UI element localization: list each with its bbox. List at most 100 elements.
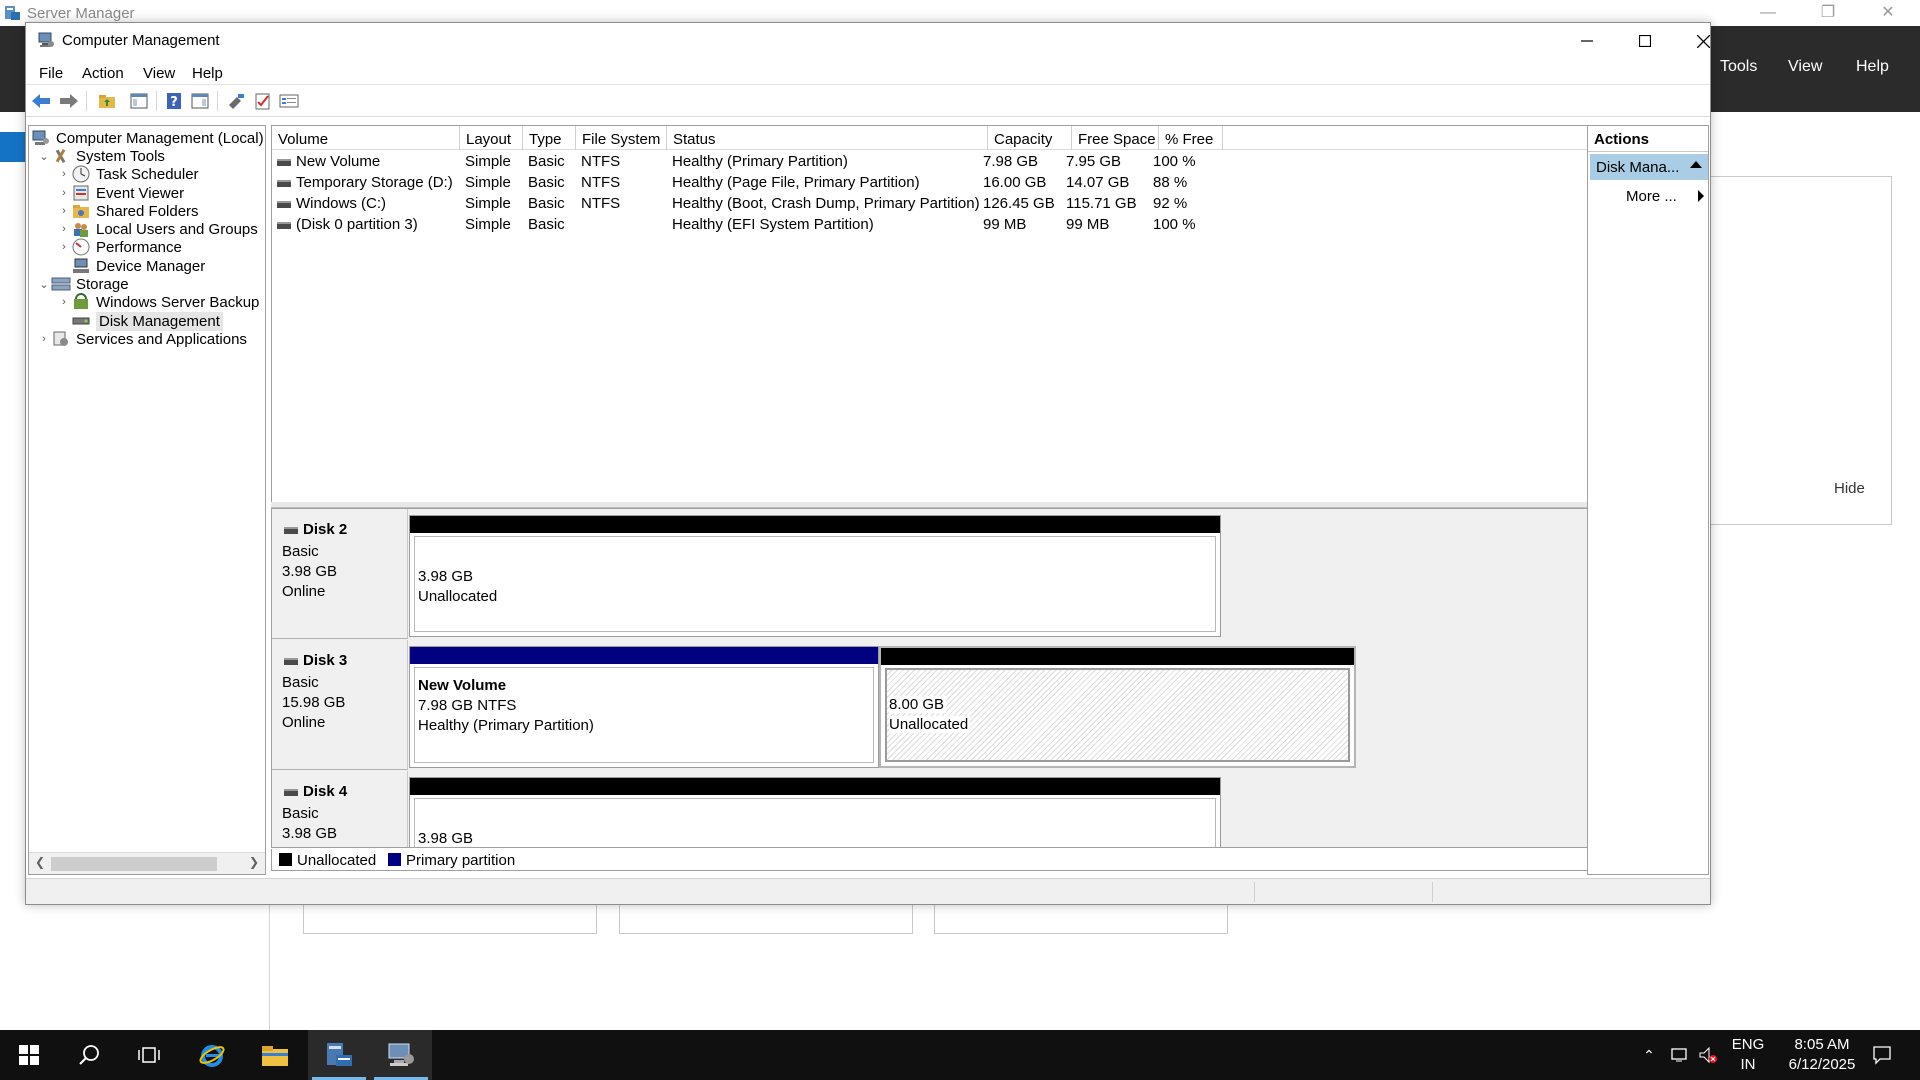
- expand-chevron-icon[interactable]: ›: [57, 187, 71, 199]
- check-button[interactable]: [252, 90, 274, 112]
- disk-state: Online: [282, 714, 326, 731]
- disk-size: 15.98 GB: [282, 694, 346, 711]
- scroll-right-icon[interactable]: ❯: [249, 855, 259, 869]
- computer-management-app-icon: [38, 32, 54, 47]
- volume-list-header: Volume Layout Type File System Status Ca…: [272, 126, 1604, 150]
- properties-button[interactable]: [278, 90, 300, 112]
- search-button[interactable]: [60, 1030, 118, 1080]
- tree-item-services-and-applications[interactable]: › Services and Applications: [37, 328, 247, 350]
- col-capacity[interactable]: Capacity: [988, 126, 1072, 150]
- sm-menu-view[interactable]: View: [1788, 58, 1822, 76]
- legend-primary-partition: Primary partition: [406, 852, 516, 869]
- network-icon[interactable]: [1668, 1030, 1692, 1080]
- connect-button[interactable]: [225, 90, 247, 112]
- disk-size: 3.98 GB: [282, 563, 338, 580]
- volume-row[interactable]: Temporary Storage (D:) Simple Basic NTFS…: [272, 172, 1604, 193]
- col-volume[interactable]: Volume: [272, 126, 460, 150]
- folder-up-icon: [99, 95, 115, 108]
- sm-menu-tools[interactable]: Tools: [1720, 58, 1757, 76]
- minimize-button[interactable]: [1558, 23, 1616, 59]
- maximize-button[interactable]: [1616, 23, 1674, 59]
- disk-3-partition-new-volume[interactable]: New Volume 7.98 GB NTFS Healthy (Primary…: [409, 646, 879, 768]
- server-manager-title: Server Manager: [27, 5, 135, 22]
- scrollbar-thumb[interactable]: [51, 857, 217, 871]
- disk-3-partition-unallocated[interactable]: 8.00 GB Unallocated: [879, 646, 1356, 768]
- volume-row[interactable]: Windows (C:) Simple Basic NTFS Healthy (…: [272, 193, 1604, 214]
- primary-partition-swatch: [388, 853, 401, 866]
- disk-2-label[interactable]: Disk 2 Basic 3.98 GB Online: [272, 509, 408, 639]
- menu-view[interactable]: View: [143, 65, 175, 82]
- volume-muted-icon[interactable]: [1696, 1030, 1720, 1080]
- volume-capacity: 99 MB: [983, 216, 1027, 233]
- show-hide-console-tree-button[interactable]: [128, 90, 150, 112]
- partition-status: Healthy (Primary Partition): [418, 717, 594, 734]
- disk-size: 3.98 GB: [282, 825, 338, 842]
- connect-icon: [229, 94, 244, 109]
- task-view-button[interactable]: [120, 1030, 178, 1080]
- sm-nav-selected[interactable]: [0, 132, 25, 162]
- volume-row[interactable]: (Disk 0 partition 3) Simple Basic Health…: [272, 214, 1604, 235]
- sm-menu-help[interactable]: Help: [1856, 58, 1889, 76]
- collapse-chevron-icon[interactable]: ⌄: [37, 150, 51, 163]
- col-type[interactable]: Type: [523, 126, 576, 150]
- disk-4-partition-unallocated[interactable]: 3.98 GB: [409, 777, 1221, 847]
- forward-button[interactable]: [58, 90, 80, 112]
- up-folder-button[interactable]: [96, 90, 118, 112]
- close-button[interactable]: [1674, 23, 1732, 59]
- sm-hide-link[interactable]: Hide: [1834, 480, 1865, 497]
- properties-icon: [279, 94, 299, 108]
- status-bar: [26, 878, 1710, 904]
- volume-status: Healthy (Boot, Crash Dump, Primary Parti…: [672, 195, 980, 212]
- scroll-left-icon[interactable]: ❮: [35, 855, 45, 869]
- unallocated-bar: [881, 648, 1354, 665]
- volume-capacity: 126.45 GB: [983, 195, 1055, 212]
- start-button[interactable]: [0, 1030, 58, 1080]
- col-free-space[interactable]: Free Space: [1072, 126, 1159, 150]
- actions-more[interactable]: More ...: [1626, 188, 1677, 205]
- disk-2-partition-unallocated[interactable]: 3.98 GB Unallocated: [409, 515, 1221, 637]
- clock[interactable]: 8:05 AM 6/12/2025: [1776, 1030, 1868, 1080]
- input-language[interactable]: ENG IN: [1728, 1030, 1768, 1080]
- volume-free-space: 115.71 GB: [1066, 195, 1137, 212]
- server-manager-taskbar-button[interactable]: [308, 1030, 370, 1080]
- show-hide-action-pane-button[interactable]: [189, 90, 211, 112]
- col-status[interactable]: Status: [667, 126, 988, 150]
- col-file-system[interactable]: File System: [576, 126, 667, 150]
- expand-chevron-icon[interactable]: ›: [57, 205, 71, 217]
- disk-3-label[interactable]: Disk 3 Basic 15.98 GB Online: [272, 640, 408, 770]
- expand-chevron-icon[interactable]: ›: [57, 168, 71, 180]
- expand-chevron-icon[interactable]: ›: [57, 296, 71, 308]
- expand-chevron-icon[interactable]: ›: [57, 223, 71, 235]
- region-code: IN: [1740, 1056, 1756, 1073]
- window-titlebar[interactable]: Computer Management: [26, 23, 1710, 59]
- help-button[interactable]: ?: [163, 90, 185, 112]
- tree-horizontal-scrollbar[interactable]: ❮ ❯: [29, 852, 265, 874]
- menu-action[interactable]: Action: [82, 65, 124, 82]
- sm-close-button[interactable]: ✕: [1860, 2, 1916, 24]
- disk-4-label[interactable]: Disk 4 Basic 3.98 GB: [272, 771, 408, 847]
- actions-disk-management-section[interactable]: Disk Mana...: [1590, 154, 1708, 180]
- expand-chevron-icon[interactable]: ›: [37, 333, 51, 345]
- collapse-up-arrow-icon[interactable]: [1690, 161, 1702, 168]
- tree-label: Computer Management (Local): [56, 129, 264, 147]
- sm-restore-button[interactable]: ❐: [1800, 2, 1856, 24]
- show-hidden-icons-button[interactable]: ⌃: [1636, 1030, 1662, 1080]
- disk-name: Disk 4: [303, 783, 348, 800]
- back-button[interactable]: [30, 90, 52, 112]
- sm-minimize-button[interactable]: —: [1740, 2, 1796, 24]
- volume-name: New Volume: [296, 153, 381, 170]
- computer-management-taskbar-button[interactable]: [370, 1030, 432, 1080]
- tree-label: Performance: [96, 238, 182, 256]
- menu-help[interactable]: Help: [192, 65, 223, 82]
- action-center-button[interactable]: [1862, 1030, 1902, 1080]
- file-explorer-button[interactable]: [246, 1030, 304, 1080]
- expand-chevron-icon[interactable]: ›: [57, 241, 71, 253]
- tree-label: Services and Applications: [76, 330, 247, 348]
- col-layout[interactable]: Layout: [460, 126, 523, 150]
- col-percent-free[interactable]: % Free: [1159, 126, 1223, 150]
- internet-explorer-button[interactable]: [183, 1030, 241, 1080]
- collapse-chevron-icon[interactable]: ⌄: [37, 278, 51, 291]
- menu-file[interactable]: File: [39, 65, 63, 82]
- windows-logo-icon: [19, 1045, 39, 1065]
- volume-row[interactable]: New Volume Simple Basic NTFS Healthy (Pr…: [272, 151, 1604, 172]
